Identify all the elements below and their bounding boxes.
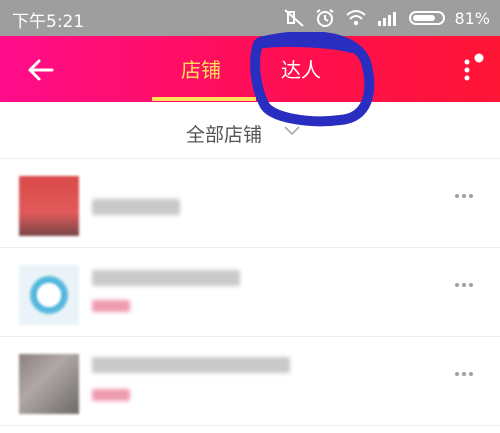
active-tab-indicator — [152, 97, 256, 101]
shop-tag-blurred — [92, 300, 130, 312]
chevron-down-icon[interactable] — [283, 125, 301, 137]
signal-icon — [378, 12, 397, 26]
wifi-icon — [346, 10, 367, 26]
more-horizontal-icon[interactable] — [455, 369, 475, 379]
list-item[interactable] — [0, 337, 500, 426]
status-icons: 81% — [283, 8, 490, 28]
nav-bar: 店铺 达人 — [0, 36, 500, 102]
shop-tag-blurred — [92, 389, 130, 401]
filter-dropdown[interactable]: 全部店铺 — [186, 120, 262, 147]
filter-row: 全部店铺 — [0, 102, 500, 159]
shop-name-blurred — [92, 357, 290, 373]
shop-avatar — [19, 176, 79, 236]
status-bar: 下午5:21 81% — [0, 0, 500, 36]
battery-icon — [409, 11, 446, 25]
tab-shops[interactable]: 店铺 — [181, 54, 221, 83]
shop-avatar — [19, 265, 79, 325]
back-arrow-icon — [28, 59, 54, 81]
list-item[interactable] — [0, 159, 500, 248]
back-button[interactable] — [22, 50, 62, 90]
silent-icon — [284, 9, 305, 27]
alarm-icon — [316, 9, 334, 27]
shop-name-blurred — [92, 270, 240, 286]
more-horizontal-icon[interactable] — [455, 191, 475, 201]
more-vertical-icon — [464, 53, 484, 81]
more-horizontal-icon[interactable] — [455, 280, 475, 290]
shop-avatar — [19, 354, 79, 414]
list-item[interactable] — [0, 248, 500, 337]
status-time: 下午5:21 — [12, 12, 85, 32]
shop-name-blurred — [92, 199, 180, 215]
more-menu-button[interactable] — [460, 50, 486, 90]
tab-influencers[interactable]: 达人 — [281, 54, 321, 83]
battery-percent: 81% — [454, 8, 490, 28]
